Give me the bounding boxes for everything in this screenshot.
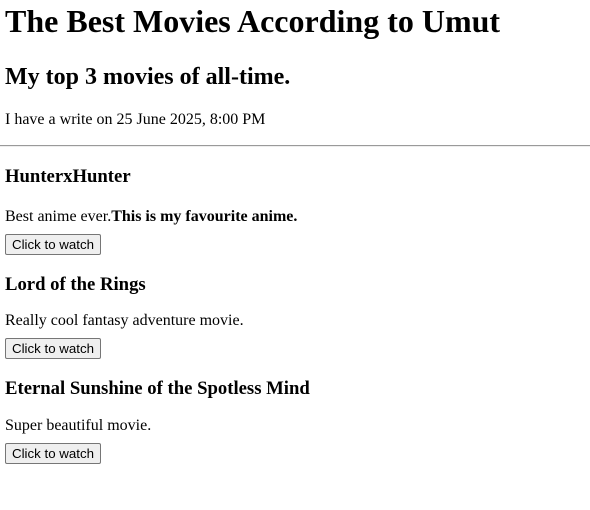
movie-description: Best anime ever.This is my favourite ani…: [5, 208, 585, 226]
movie-item-hunterxhunter: HunterxHunter Best anime ever.This is my…: [5, 166, 585, 255]
movie-title: Lord of the Rings: [5, 274, 146, 295]
button-wrap: Click to watch: [5, 338, 585, 359]
watch-button-eternal-sunshine[interactable]: Click to watch: [5, 443, 102, 464]
movie-description: Really cool fantasy adventure movie.: [5, 312, 244, 329]
movie-description-text: Best anime ever.: [5, 208, 112, 225]
button-wrap: Click to watch: [5, 443, 585, 464]
movie-title: HunterxHunter: [5, 166, 131, 187]
button-wrap: Click to watch: [5, 234, 585, 255]
movie-item-lord-of-the-rings: Lord of the Rings Really cool fantasy ad…: [5, 274, 585, 359]
movie-description: Super beautiful movie.: [5, 417, 152, 434]
date-line: I have a write on 25 June 2025, 8:00 PM: [5, 111, 266, 128]
movie-description-bold: This is my favourite anime.: [111, 208, 298, 225]
movie-title: Eternal Sunshine of the Spotless Mind: [5, 378, 310, 399]
divider: [0, 145, 590, 147]
watch-button-lord-of-the-rings[interactable]: Click to watch: [5, 338, 102, 359]
page-title: The Best Movies According to Umut: [5, 3, 501, 39]
page-subtitle: My top 3 movies of all-time.: [5, 64, 291, 90]
movie-item-eternal-sunshine: Eternal Sunshine of the Spotless Mind Su…: [5, 378, 585, 464]
watch-button-hunterxhunter[interactable]: Click to watch: [5, 234, 102, 255]
page-container: The Best Movies According to Umut My top…: [0, 0, 590, 464]
